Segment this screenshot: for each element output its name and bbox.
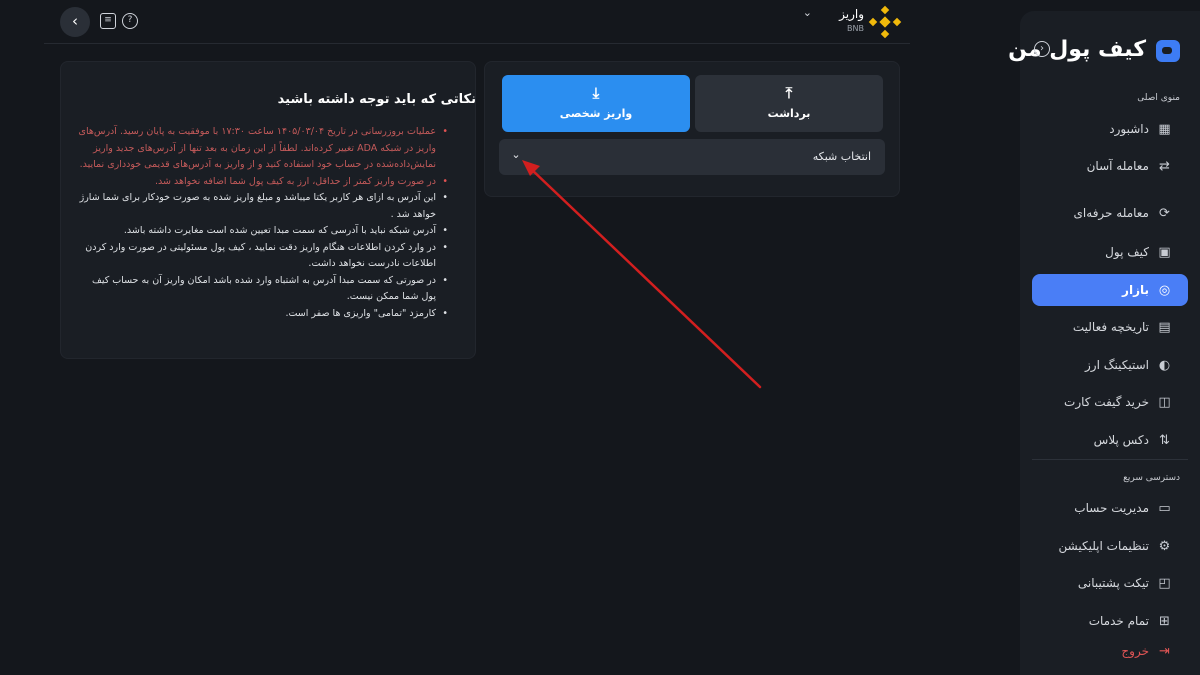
sidebar-item-label: تاریخچه فعالیت <box>1072 320 1149 334</box>
note-item-accuracy: در وارد کردن اطلاعات هنگام واریز دقت نما… <box>78 240 448 273</box>
wallet-icon: ▣ <box>1158 244 1171 260</box>
sidebar-item-label: مدیریت حساب <box>1074 501 1149 515</box>
quick-access-title: دسترسی سریع <box>1123 473 1180 483</box>
settings-icon: ⚙ <box>1158 538 1171 554</box>
page-title: واریز <box>839 7 864 21</box>
note-item-update: عملیات بروزرسانی در تاریخ ۱۴۰۵/۰۳/۰۴ ساع… <box>78 124 448 174</box>
sidebar-item-label: معامله حرفه‌ای <box>1073 206 1149 220</box>
receipt-icon[interactable]: ≡ <box>100 13 116 29</box>
sidebar-item-gift-card[interactable]: ◫ خرید گیفت کارت <box>1032 386 1188 418</box>
withdraw-button[interactable]: ⤒ برداشت <box>695 75 883 132</box>
help-icon[interactable]: ? <box>122 13 138 29</box>
sidebar-item-label: داشبورد <box>1109 122 1149 136</box>
sidebar-item-label: تمام خدمات <box>1088 614 1149 628</box>
staking-icon: ◐ <box>1158 357 1171 373</box>
personal-deposit-button[interactable]: ⤓ واریز شخصی <box>502 75 690 132</box>
sidebar-item-label: معامله آسان <box>1086 159 1149 173</box>
sidebar-item-label: استیکینگ ارز <box>1085 358 1149 372</box>
download-icon: ⤓ <box>592 84 600 102</box>
logout-button[interactable]: ⇥ خروج <box>1032 635 1188 667</box>
upload-icon: ⤒ <box>785 84 793 102</box>
sidebar-item-label: بازار <box>1122 283 1149 297</box>
gift-card-icon: ◫ <box>1158 394 1171 410</box>
sidebar-item-dex[interactable]: ⇅ دکس پلاس <box>1032 424 1188 456</box>
sidebar: کیف پول من › منوی اصلی ▦ داشبورد ⇄ معامل… <box>1008 11 1200 675</box>
notes-list: عملیات بروزرسانی در تاریخ ۱۴۰۵/۰۳/۰۴ ساع… <box>78 124 448 322</box>
sidebar-item-dashboard[interactable]: ▦ داشبورد <box>1032 113 1188 145</box>
sidebar-item-label: کیف پول <box>1105 245 1149 259</box>
coin-symbol: BNB <box>847 24 864 33</box>
history-icon: ▤ <box>1158 319 1171 335</box>
services-icon: ⊞ <box>1159 613 1170 629</box>
sidebar-item-support[interactable]: ◰ تیکت پشتیبانی <box>1032 567 1188 599</box>
market-icon: ◎ <box>1158 282 1171 298</box>
note-item-network-match: آدرس شبکه نباید با آدرسی که سمت مبدا تعی… <box>78 223 448 240</box>
sidebar-item-wallet[interactable]: ▣ کیف پول <box>1032 236 1188 268</box>
brand: کیف پول من › <box>1008 37 1180 67</box>
sidebar-item-staking[interactable]: ◐ استیکینگ ارز <box>1032 349 1188 381</box>
sidebar-item-history[interactable]: ▤ تاریخچه فعالیت <box>1032 311 1188 343</box>
bnb-icon <box>868 5 902 39</box>
dashboard-icon: ▦ <box>1158 121 1171 137</box>
sidebar-divider <box>1032 459 1188 460</box>
support-icon: ◰ <box>1158 575 1171 591</box>
sidebar-item-app-settings[interactable]: ⚙ تنظیمات اپلیکیشن <box>1032 530 1188 562</box>
sidebar-item-account[interactable]: ▭ مدیریت حساب <box>1032 492 1188 524</box>
personal-deposit-label: واریز شخصی <box>559 107 633 120</box>
dex-icon: ⇅ <box>1159 432 1170 448</box>
network-select[interactable]: انتخاب شبکه ⌄ <box>499 139 885 175</box>
chevron-down-icon[interactable]: ⌄ <box>509 148 523 162</box>
sidebar-item-label: تنظیمات اپلیکیشن <box>1058 539 1150 553</box>
sidebar-item-label: دکس پلاس <box>1093 433 1149 447</box>
easy-trade-icon: ⇄ <box>1159 158 1170 174</box>
account-icon: ▭ <box>1158 500 1171 516</box>
network-select-label: انتخاب شبکه <box>812 150 871 163</box>
sidebar-item-label: تیکت پشتیبانی <box>1077 576 1149 590</box>
brand-logo-icon <box>1156 40 1180 62</box>
coin-dropdown-chevron-icon[interactable]: ⌄ <box>803 6 812 19</box>
sidebar-item-all-services[interactable]: ⊞ تمام خدمات <box>1032 605 1188 637</box>
logout-icon: ⇥ <box>1159 643 1170 659</box>
note-item-wrong-address: در صورتی که سمت مبدا آدرس به اشتباه وارد… <box>78 273 448 306</box>
notes-title: نکاتی که باید توجه داشته باشید <box>277 92 476 107</box>
note-item-unique-address: این آدرس به ازای هر کاربر یکتا میباشد و … <box>78 190 448 223</box>
note-item-fee: کارمزد "تمامی" واریزی ها صفر است. <box>78 306 448 323</box>
sidebar-item-market[interactable]: ◎ بازار <box>1032 274 1188 306</box>
withdraw-label: برداشت <box>767 107 811 120</box>
logout-label: خروج <box>1121 644 1149 658</box>
sidebar-item-pro-trade[interactable]: ⟳ معامله حرفه‌ای <box>1032 197 1188 229</box>
sidebar-collapse-icon[interactable]: › <box>1034 41 1050 57</box>
note-item-minimum: در صورت واریز کمتر از حداقل، ارز به کیف … <box>78 174 448 191</box>
brand-name: کیف پول من <box>1008 37 1146 62</box>
back-button[interactable]: ‹ <box>60 7 90 37</box>
sidebar-item-easy-trade[interactable]: ⇄ معامله آسان <box>1032 150 1188 182</box>
main-menu-title: منوی اصلی <box>1137 93 1180 103</box>
top-bar: ‹ ≡ ? واریز ⌄ BNB <box>44 0 910 44</box>
pro-trade-icon: ⟳ <box>1159 205 1170 221</box>
sidebar-item-label: خرید گیفت کارت <box>1064 395 1149 409</box>
